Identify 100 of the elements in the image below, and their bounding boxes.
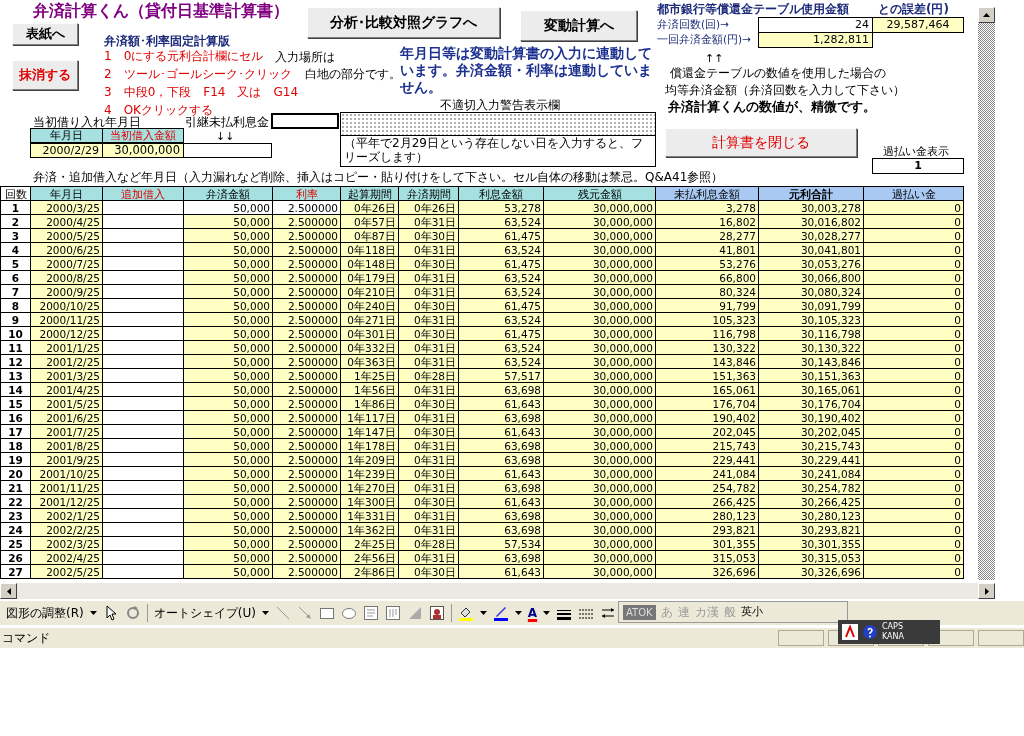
up-arrow-icon (983, 13, 990, 17)
row-number: 20 (0, 466, 31, 481)
bank-note: 償還金テーブルの数値を使用した場合の (670, 66, 886, 80)
adjust-menu[interactable]: 図形の調整(R) (6, 604, 84, 622)
cover-button[interactable]: 表紙へ (12, 23, 78, 45)
header-cell: 年月日 (30, 128, 103, 143)
instruction-step: 4 OKクリックする (104, 103, 213, 117)
rectangle-icon[interactable] (318, 605, 335, 621)
variable-calc-button[interactable]: 変動計算へ (520, 10, 637, 41)
instruction-heading: 弁済額･利率固定計算版 (104, 34, 230, 48)
vertical-text-box-icon[interactable] (384, 605, 401, 621)
scroll-left-button[interactable] (0, 583, 17, 599)
column-header: 年月日 (30, 186, 103, 201)
up-arrows: ↑↑ (705, 52, 724, 66)
row-number: 25 (0, 536, 31, 551)
row-label: 弁済回数(回)→ (657, 17, 729, 31)
input-note: 入力場所は (275, 50, 335, 64)
header-cell: 当初借入金額 (102, 128, 184, 143)
row-number: 15 (0, 396, 31, 411)
line-color-icon[interactable] (492, 605, 509, 621)
row-label: 一回弁済金額(円)→ (657, 32, 751, 46)
right-arrow-icon (984, 587, 989, 595)
column-header: 回数 (0, 186, 31, 201)
autoshape-menu[interactable]: オートシェイプ(U) (153, 604, 256, 622)
status-panel (978, 630, 1024, 646)
close-button[interactable]: 計算書を閉じる (665, 128, 857, 157)
column-header: 元利合計 (758, 186, 864, 201)
row-number: 14 (0, 382, 31, 397)
fill-color-icon[interactable] (457, 605, 474, 621)
row-number: 9 (0, 312, 31, 327)
row-number: 7 (0, 284, 31, 299)
column-header: 起算期間 (340, 186, 399, 201)
bank-heading: 都市銀行等償還金テーブル使用金額 (657, 2, 849, 16)
row-number: 13 (0, 368, 31, 383)
warning-label: 不適切入力警告表示欄 (440, 98, 560, 112)
overpay-label: 過払い金表示 (883, 145, 949, 159)
row-number: 27 (0, 564, 31, 579)
value-cell: 1,282,811 (758, 32, 873, 48)
caret-icon[interactable] (514, 611, 522, 615)
delete-button[interactable]: 抹消する (12, 60, 78, 90)
instruction-step: 2 ツール･ゴールシーク･クリック (104, 67, 292, 81)
status-mode: コマンド (2, 630, 50, 647)
table-caption: 弁済・追加借入など年月日（入力漏れなど削除、挿入はコピー・貼り付けをして下さい。セル自体の移動は禁忌。Q&A41参照） (33, 170, 724, 184)
row-number: 8 (0, 298, 31, 313)
clipart-icon[interactable] (428, 605, 445, 621)
row-number: 16 (0, 410, 31, 425)
help-icon[interactable] (862, 624, 878, 640)
left-arrow-icon (6, 587, 11, 595)
table-cell: 2000/2/29 (30, 143, 103, 158)
table-cell: 30,000,000 (102, 143, 184, 158)
difference-cell: 29,587,464 (872, 17, 964, 33)
vertical-scrollbar[interactable] (978, 7, 995, 580)
column-header: 残元金額 (543, 186, 656, 201)
ellipse-icon[interactable] (340, 605, 357, 621)
link-note: 年月日等は変動計算書の入力に連動しています。弁済金額・利率は連動していません。 (400, 45, 653, 96)
column-header: 過払い金 (863, 186, 964, 201)
row-number: 24 (0, 522, 31, 537)
row-number: 17 (0, 424, 31, 439)
horizontal-scrollbar[interactable] (0, 583, 995, 599)
difference-heading: との誤差(円) (878, 2, 949, 16)
font-color-button[interactable]: A (527, 604, 538, 622)
row-number: 5 (0, 256, 31, 271)
input-note: 白地の部分です。 (305, 67, 401, 81)
column-header: 弁済期間 (398, 186, 459, 201)
column-header: 利息金額 (458, 186, 544, 201)
row-number: 6 (0, 270, 31, 285)
ime-button[interactable]: 英小 (740, 603, 763, 621)
caret-icon[interactable] (479, 611, 487, 615)
column-header: 追加借入 (102, 186, 184, 201)
carried-interest-field[interactable] (271, 113, 339, 129)
sheet-title: 弁済計算くん（貸付日基準計算書） (33, 1, 289, 21)
caps-indicator: CAPS (882, 622, 904, 632)
row-number: 2 (0, 214, 31, 229)
row-number: 26 (0, 550, 31, 565)
rotate-icon[interactable] (124, 605, 141, 621)
caret-icon[interactable] (261, 611, 269, 615)
scroll-right-button[interactable] (978, 583, 995, 599)
instruction-step: 1 0にする元利合計欄にセル (104, 49, 264, 63)
carried-interest-label: 引継未払利息金 (185, 115, 269, 129)
row-number: 19 (0, 452, 31, 467)
row-number: 3 (0, 228, 31, 243)
arrow-style-icon[interactable] (600, 605, 617, 621)
status-panel (778, 630, 824, 646)
warning-note: （平年で2月29日という存在しない日を入力すると、フリーズします） (340, 135, 656, 167)
row-number: 21 (0, 480, 31, 495)
column-header: 未払利息金額 (655, 186, 759, 201)
overpay-value: 1 (872, 158, 964, 174)
scroll-up-button[interactable] (978, 7, 995, 23)
instruction-step: 3 中段0，下段 F14 又は G14 (104, 85, 298, 99)
row-number: 10 (0, 326, 31, 341)
row-number: 11 (0, 340, 31, 355)
text-box-icon[interactable] (362, 605, 379, 621)
row-number: 12 (0, 354, 31, 369)
column-header: 弁済金額 (183, 186, 273, 201)
row-number: 18 (0, 438, 31, 453)
caret-icon[interactable] (89, 611, 97, 615)
caret-icon[interactable] (543, 611, 551, 615)
initial-date-label: 当初借り入れ年月日 (33, 115, 141, 129)
bank-conclusion: 弁済計算くんの数値が、精微です。 (668, 100, 876, 114)
graph-button[interactable]: 分析･比較対照グラフへ (307, 7, 500, 38)
